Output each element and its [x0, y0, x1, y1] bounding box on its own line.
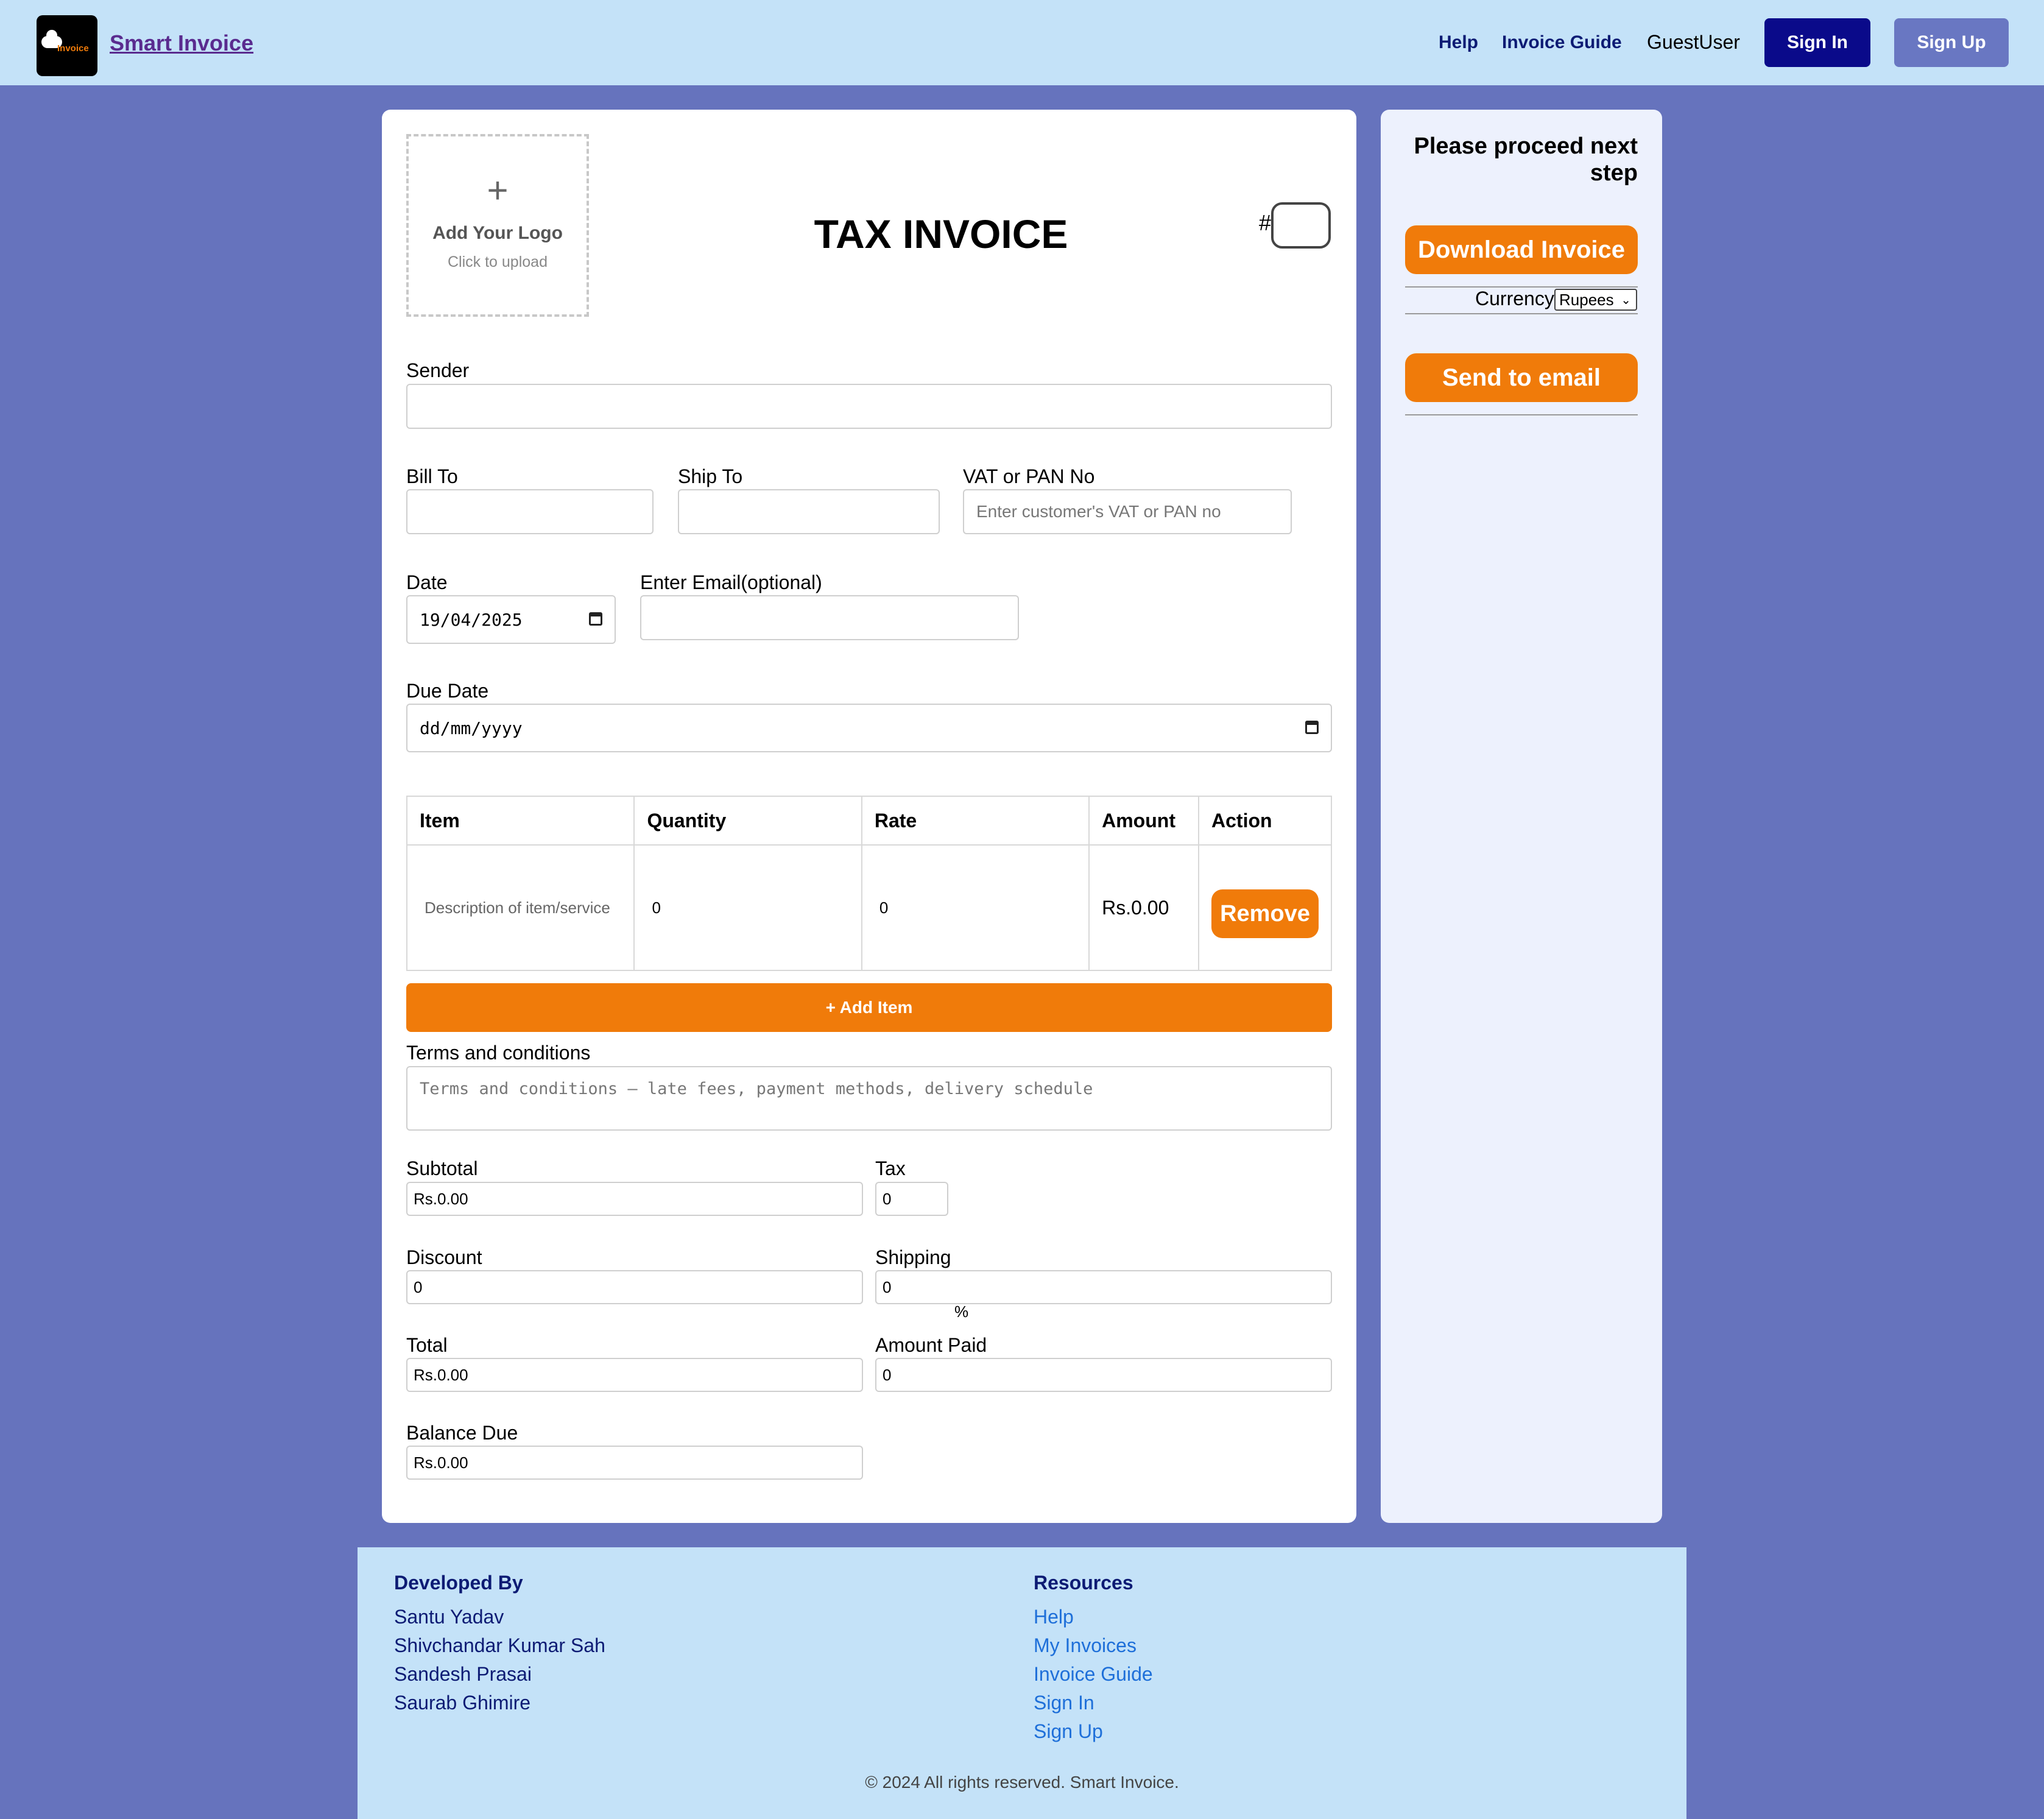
footer: Developed By Santu Yadav Shivchandar Kum…	[358, 1547, 1686, 1819]
divider	[1405, 313, 1638, 314]
amount-paid-label: Amount Paid	[875, 1334, 987, 1356]
nav-help-link[interactable]: Help	[1439, 32, 1478, 53]
item-description-input[interactable]: Description of item/service	[406, 844, 635, 971]
footer-link-sign-in[interactable]: Sign In	[1034, 1692, 1094, 1714]
send-to-email-button[interactable]: Send to email	[1405, 353, 1638, 402]
item-action-cell: Remove	[1198, 844, 1332, 971]
remove-item-button[interactable]: Remove	[1211, 889, 1319, 938]
item-quantity-input[interactable]: 0	[633, 844, 862, 971]
column-header-action: Action	[1198, 796, 1332, 846]
currency-label: Currency	[1475, 288, 1554, 309]
item-rate-input[interactable]: 0	[861, 844, 1090, 971]
bill-to-input[interactable]	[406, 489, 654, 534]
logo-upload-hint: Click to upload	[448, 253, 548, 270]
due-date-input[interactable]: dd/mm/yyyy	[406, 704, 1332, 752]
developer-name: Saurab Ghimire	[394, 1692, 531, 1714]
logo-upload-title: Add Your Logo	[432, 223, 563, 243]
resources-heading: Resources	[1034, 1572, 1133, 1594]
date-label: Date	[406, 571, 448, 593]
logo-upload-box[interactable]: + Add Your Logo Click to upload	[406, 134, 589, 317]
due-date-value: dd/mm/yyyy	[420, 718, 523, 738]
tax-percent-unit: %	[954, 1302, 969, 1321]
date-input[interactable]: 19/04/2025	[406, 595, 616, 644]
discount-input[interactable]: 0	[406, 1270, 863, 1304]
nav-invoice-guide-link[interactable]: Invoice Guide	[1502, 32, 1622, 53]
amount-paid-input[interactable]: 0	[875, 1358, 1332, 1392]
item-amount: Rs.0.00	[1088, 844, 1199, 971]
items-table: Item Quantity Rate Amount Action Descrip…	[406, 796, 1332, 971]
subtotal-label: Subtotal	[406, 1157, 478, 1179]
shipping-input[interactable]: 0	[875, 1270, 1332, 1304]
column-header-amount: Amount	[1088, 796, 1199, 846]
footer-link-invoice-guide[interactable]: Invoice Guide	[1034, 1663, 1153, 1686]
tax-input[interactable]: 0	[875, 1182, 948, 1216]
total-label: Total	[406, 1334, 448, 1356]
copyright-text: © 2024 All rights reserved. Smart Invoic…	[865, 1773, 1179, 1792]
calendar-icon[interactable]	[1305, 721, 1319, 734]
guest-user-label: GuestUser	[1647, 31, 1740, 53]
plus-icon: +	[487, 170, 509, 211]
developer-name: Santu Yadav	[394, 1606, 504, 1628]
sign-in-button[interactable]: Sign In	[1764, 18, 1870, 67]
discount-label: Discount	[406, 1246, 482, 1268]
footer-link-sign-up[interactable]: Sign Up	[1034, 1720, 1103, 1743]
chevron-down-icon: ⌄	[1621, 294, 1631, 307]
app-logo[interactable]: Invoice	[37, 15, 97, 76]
column-header-quantity: Quantity	[633, 796, 862, 846]
download-invoice-button[interactable]: Download Invoice	[1405, 225, 1638, 274]
developer-name: Shivchandar Kumar Sah	[394, 1634, 605, 1656]
invoice-number-prefix: #	[1259, 210, 1272, 235]
logo-text: Invoice	[57, 43, 89, 54]
brand-link[interactable]: Smart Invoice	[110, 30, 253, 56]
table-header-row: Item Quantity Rate Amount Action	[406, 796, 1332, 846]
add-item-button[interactable]: + Add Item	[406, 983, 1332, 1032]
calendar-icon[interactable]	[589, 612, 602, 626]
developed-by-heading: Developed By	[394, 1572, 523, 1594]
currency-select[interactable]: Rupees ⌄	[1554, 289, 1637, 311]
bill-to-label: Bill To	[406, 465, 458, 487]
terms-textarea[interactable]: Terms and conditions – late fees, paymen…	[406, 1066, 1332, 1131]
sign-up-button[interactable]: Sign Up	[1894, 18, 2009, 67]
invoice-form-card: + Add Your Logo Click to upload TAX INVO…	[382, 110, 1356, 1523]
terms-label: Terms and conditions	[406, 1042, 591, 1064]
vat-input[interactable]: Enter customer's VAT or PAN no	[963, 489, 1292, 534]
invoice-number-input[interactable]	[1271, 202, 1331, 249]
vat-label: VAT or PAN No	[963, 465, 1095, 487]
actions-side-panel: Please proceed next step Download Invoic…	[1381, 110, 1662, 1523]
balance-due-label: Balance Due	[406, 1422, 518, 1444]
side-panel-title: Please proceed next step	[1414, 133, 1638, 186]
column-header-item: Item	[406, 796, 635, 846]
ship-to-input[interactable]	[678, 489, 940, 534]
subtotal-field: Rs.0.00	[406, 1182, 863, 1216]
footer-link-my-invoices[interactable]: My Invoices	[1034, 1634, 1137, 1657]
currency-selected-value: Rupees	[1559, 290, 1614, 309]
column-header-rate: Rate	[861, 796, 1090, 846]
balance-due-field: Rs.0.00	[406, 1446, 863, 1480]
top-navbar: Invoice Smart Invoice Help Invoice Guide…	[0, 0, 2044, 85]
invoice-title: TAX INVOICE	[814, 211, 1068, 256]
table-row: Description of item/service 0 0 Rs.0.00 …	[406, 844, 1332, 971]
developer-name: Sandesh Prasai	[394, 1663, 532, 1685]
ship-to-label: Ship To	[678, 465, 743, 487]
sender-label: Sender	[406, 359, 470, 381]
tax-label: Tax	[875, 1157, 906, 1179]
footer-link-help[interactable]: Help	[1034, 1606, 1074, 1628]
date-value: 19/04/2025	[420, 609, 523, 630]
total-field: Rs.0.00	[406, 1358, 863, 1392]
shipping-label: Shipping	[875, 1246, 951, 1268]
due-date-label: Due Date	[406, 680, 489, 702]
divider	[1405, 414, 1638, 415]
email-input[interactable]	[640, 595, 1019, 640]
sender-input[interactable]	[406, 384, 1332, 429]
email-label: Enter Email(optional)	[640, 571, 822, 593]
